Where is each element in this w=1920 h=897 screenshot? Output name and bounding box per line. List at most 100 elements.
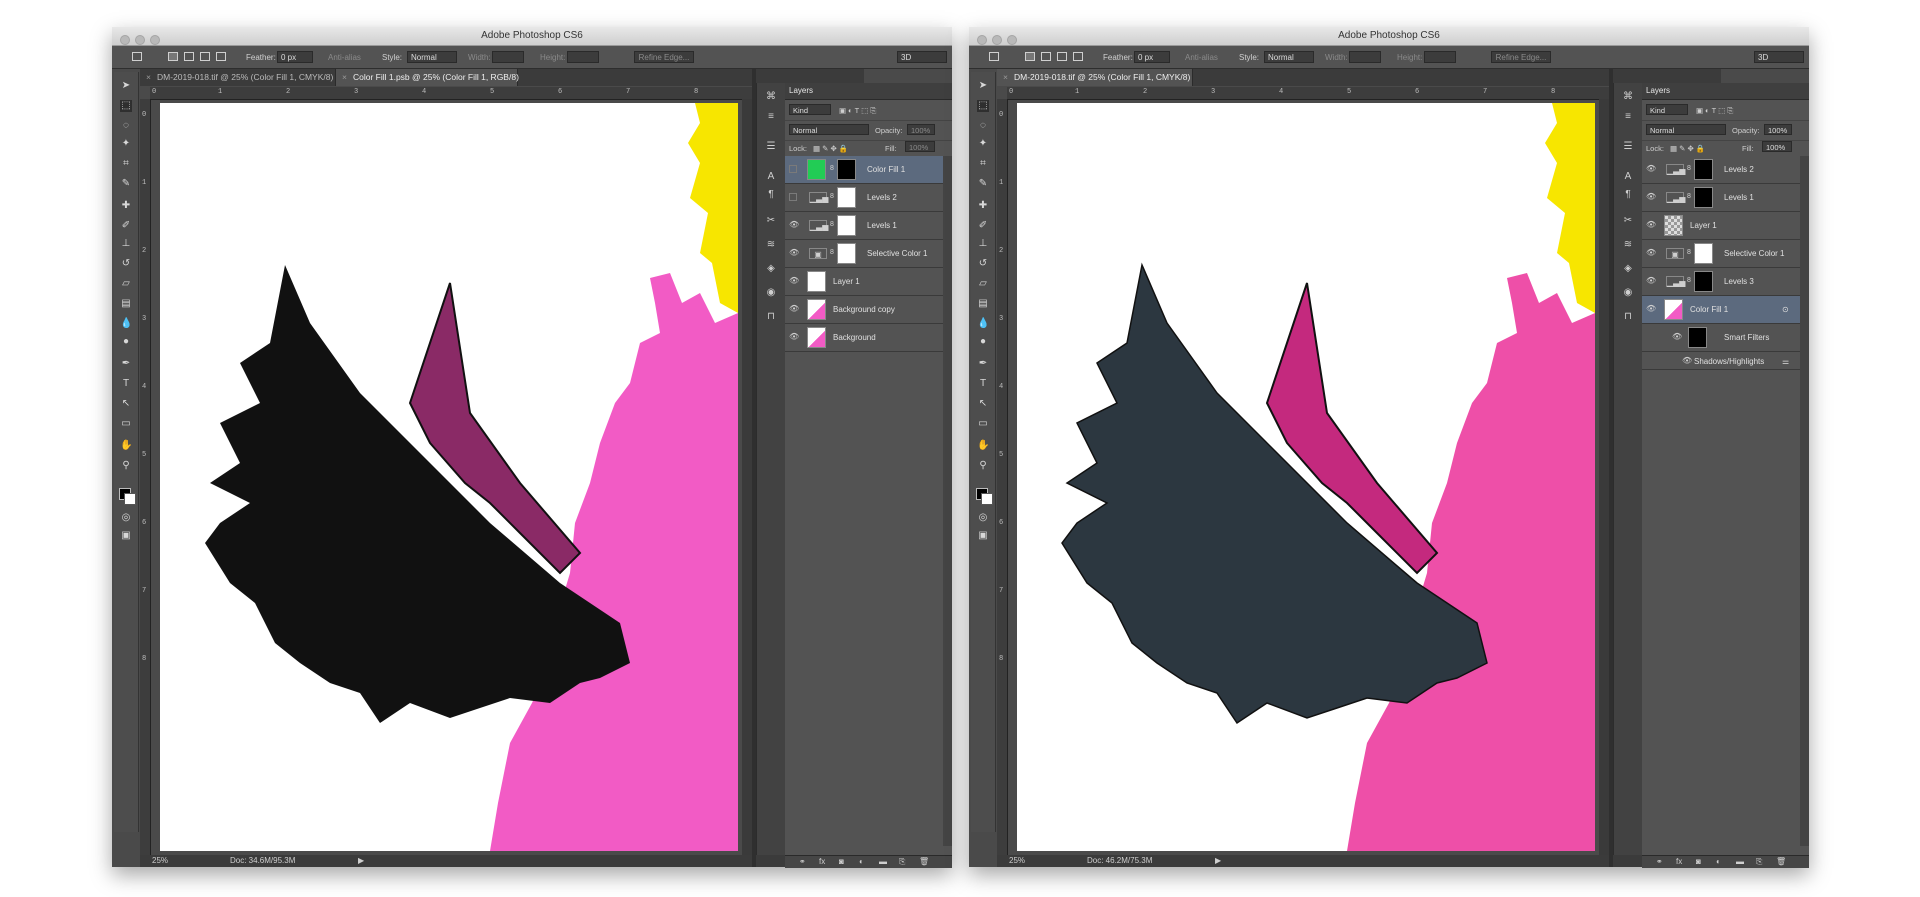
layer-row[interactable]: 👁 ▁▃▅ 8 Levels 2 bbox=[1642, 156, 1800, 184]
zoom-tool-icon[interactable]: ⚲ bbox=[120, 460, 132, 472]
eraser-tool-icon[interactable]: ▱ bbox=[120, 278, 132, 290]
layers-tab[interactable]: Layers bbox=[1646, 86, 1670, 95]
paragraph-panel-icon[interactable]: ¶ bbox=[1622, 189, 1634, 200]
layer-row[interactable]: 👁 Layer 1 bbox=[785, 268, 943, 296]
timeline-panel-icon[interactable]: ⊓ bbox=[765, 311, 777, 322]
filter-icons[interactable]: ▣ ◐ T ⬚ ⎘ bbox=[1696, 106, 1733, 116]
antialias-checkbox[interactable]: Anti-alias bbox=[1185, 53, 1218, 62]
quick-mask-icon[interactable]: ◎ bbox=[120, 512, 132, 524]
hand-tool-icon[interactable]: ✋ bbox=[120, 440, 132, 452]
hand-tool-icon[interactable]: ✋ bbox=[977, 440, 989, 452]
layer-mask-thumbnail[interactable] bbox=[1694, 187, 1713, 208]
blend-mode-select[interactable]: Normal bbox=[1646, 124, 1726, 135]
history-brush-icon[interactable]: ↺ bbox=[977, 258, 989, 270]
properties-panel-icon[interactable]: ☰ bbox=[765, 141, 777, 152]
document-canvas[interactable] bbox=[160, 103, 738, 851]
refine-edge-button[interactable]: Refine Edge... bbox=[634, 51, 694, 63]
layers-tab[interactable]: Layers bbox=[789, 86, 813, 95]
lasso-tool-icon[interactable]: ◌ bbox=[977, 120, 989, 132]
magic-wand-icon[interactable]: ✦ bbox=[120, 138, 132, 150]
shape-tool-icon[interactable]: ▭ bbox=[120, 418, 132, 430]
fill-input[interactable]: 100% bbox=[1762, 141, 1792, 152]
layer-row[interactable]: 👁 Layer 1 bbox=[1642, 212, 1800, 240]
gradient-tool-icon[interactable]: ▤ bbox=[977, 298, 989, 310]
type-tool-icon[interactable]: T bbox=[977, 378, 989, 390]
fill-color-thumbnail[interactable] bbox=[807, 159, 826, 180]
add-selection-icon[interactable] bbox=[1041, 52, 1051, 61]
layer-row[interactable]: 👁 ▣ 8 Selective Color 1 bbox=[1642, 240, 1800, 268]
trash-icon[interactable]: 🗑 bbox=[1776, 857, 1786, 866]
dodge-tool-icon[interactable]: ● bbox=[120, 336, 132, 348]
opacity-input[interactable]: 100% bbox=[1764, 124, 1792, 135]
subtract-selection-icon[interactable] bbox=[1057, 52, 1067, 61]
brush-panel-icon[interactable]: ≋ bbox=[1622, 239, 1634, 250]
history-brush-icon[interactable]: ↺ bbox=[120, 258, 132, 270]
styles-panel-icon[interactable]: ◉ bbox=[1622, 287, 1634, 298]
pen-tool-icon[interactable]: ✒ bbox=[977, 358, 989, 370]
marquee-tool-icon[interactable]: ⬚ bbox=[120, 100, 132, 112]
layer-row[interactable]: 👁 Background copy bbox=[785, 296, 943, 324]
add-mask-icon[interactable]: ◙ bbox=[839, 857, 844, 866]
layer-row[interactable]: 👁 Background bbox=[785, 324, 943, 352]
styles-panel-icon[interactable]: ◉ bbox=[765, 287, 777, 298]
screen-mode-icon[interactable]: ▣ bbox=[120, 530, 132, 542]
status-menu-icon[interactable]: ▶ bbox=[358, 856, 364, 865]
3d-panel-icon[interactable]: ◈ bbox=[1622, 263, 1634, 274]
zoom-level[interactable]: 25% bbox=[152, 856, 168, 865]
crop-tool-icon[interactable]: ⌗ bbox=[120, 158, 132, 170]
marquee-icon[interactable] bbox=[132, 52, 142, 61]
marquee-tool-icon[interactable]: ⬚ bbox=[977, 100, 989, 112]
eyedropper-icon[interactable]: ✎ bbox=[120, 178, 132, 190]
fx-icon[interactable]: fx bbox=[819, 857, 825, 866]
adjustments-panel-icon[interactable]: ≡ bbox=[765, 111, 777, 122]
height-input[interactable] bbox=[567, 51, 599, 63]
timeline-panel-icon[interactable]: ⊓ bbox=[1622, 311, 1634, 322]
smart-filter-icon[interactable]: ⊙ bbox=[1782, 305, 1789, 314]
properties-panel-icon[interactable]: ☰ bbox=[1622, 141, 1634, 152]
clone-stamp-icon[interactable]: ⊥ bbox=[120, 238, 132, 250]
eye-icon[interactable]: 👁 bbox=[789, 305, 799, 313]
dodge-tool-icon[interactable]: ● bbox=[977, 336, 989, 348]
kind-filter-select[interactable]: Kind bbox=[1646, 104, 1688, 115]
layer-row[interactable]: 8 Color Fill 1 bbox=[785, 156, 943, 184]
close-tab-icon[interactable]: × bbox=[1003, 72, 1008, 82]
layer-mask-thumbnail[interactable] bbox=[837, 215, 856, 236]
path-selection-icon[interactable]: ↖ bbox=[977, 398, 989, 410]
background-color-swatch[interactable] bbox=[981, 493, 993, 505]
eye-icon[interactable]: 👁 bbox=[1646, 305, 1656, 313]
layer-thumbnail[interactable] bbox=[807, 299, 826, 320]
smart-filters-row[interactable]: 👁 Smart Filters bbox=[1642, 324, 1800, 352]
magic-wand-icon[interactable]: ✦ bbox=[977, 138, 989, 150]
eye-icon[interactable]: 👁 bbox=[1646, 249, 1656, 257]
brush-panel-icon[interactable]: ≋ bbox=[765, 239, 777, 250]
layer-thumbnail[interactable] bbox=[807, 271, 826, 292]
tool-presets-icon[interactable]: ✂ bbox=[765, 215, 777, 226]
close-tab-icon[interactable]: × bbox=[146, 72, 151, 82]
new-selection-icon[interactable] bbox=[1025, 52, 1035, 61]
eye-icon[interactable]: 👁 bbox=[1682, 357, 1692, 365]
document-tab-1[interactable]: × DM-2019-018.tif @ 25% (Color Fill 1, CM… bbox=[997, 69, 1193, 86]
tool-presets-icon[interactable]: ✂ bbox=[1622, 215, 1634, 226]
lock-icons[interactable]: ▦ ✎ ✥ 🔒 bbox=[813, 144, 848, 153]
layer-row[interactable]: 👁 ▁▃▅ 8 Levels 3 bbox=[1642, 268, 1800, 296]
layer-row[interactable]: ▁▃▅ 8 Levels 2 bbox=[785, 184, 943, 212]
link-layers-icon[interactable]: ⚭ bbox=[1656, 857, 1663, 866]
eye-icon[interactable]: 👁 bbox=[789, 333, 799, 341]
document-tab-2[interactable]: × Color Fill 1.psb @ 25% (Color Fill 1, R… bbox=[336, 69, 519, 86]
eye-icon[interactable]: 👁 bbox=[1646, 277, 1656, 285]
new-selection-icon[interactable] bbox=[168, 52, 178, 61]
layer-mask-thumbnail[interactable] bbox=[1694, 159, 1713, 180]
layer-mask-thumbnail[interactable] bbox=[837, 243, 856, 264]
feather-input[interactable]: 0 px bbox=[1134, 51, 1170, 63]
trash-icon[interactable]: 🗑 bbox=[919, 857, 929, 866]
layer-thumbnail[interactable] bbox=[1664, 215, 1683, 236]
character-panel-icon[interactable]: A bbox=[1622, 171, 1634, 182]
style-select[interactable]: Normal bbox=[1264, 51, 1314, 63]
filter-icons[interactable]: ▣ ◐ T ⬚ ⎘ bbox=[839, 106, 876, 116]
eyedropper-icon[interactable]: ✎ bbox=[977, 178, 989, 190]
layer-row[interactable]: 👁 Color Fill 1 ⊙ bbox=[1642, 296, 1800, 324]
width-input[interactable] bbox=[492, 51, 524, 63]
type-tool-icon[interactable]: T bbox=[120, 378, 132, 390]
add-mask-icon[interactable]: ◙ bbox=[1696, 857, 1701, 866]
eye-icon[interactable]: 👁 bbox=[789, 221, 799, 229]
